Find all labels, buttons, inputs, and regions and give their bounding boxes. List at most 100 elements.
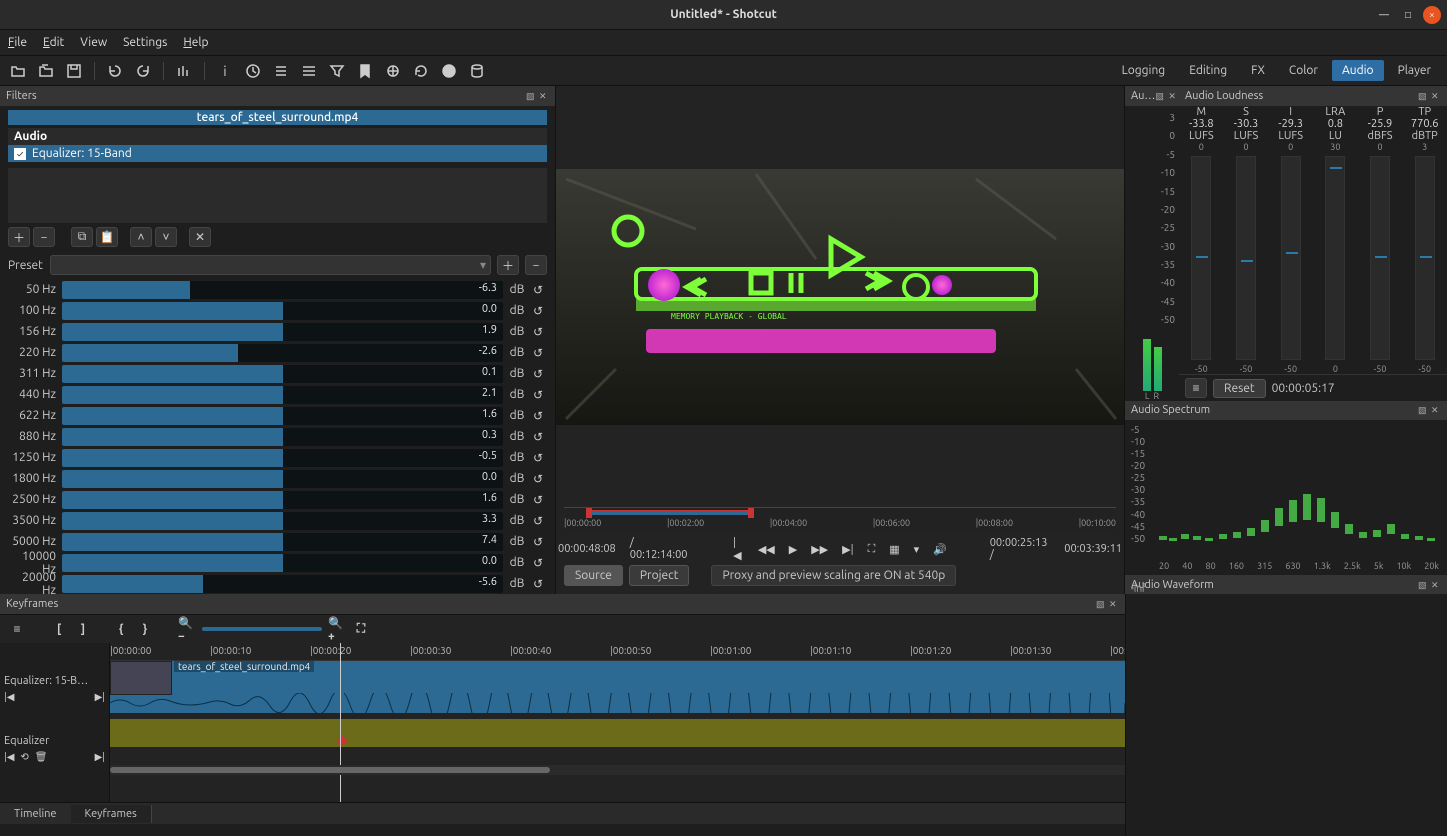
- kf-clip-track[interactable]: tears_of_steel_surround.mp4: [110, 661, 1125, 713]
- eq-band-reset-icon[interactable]: ↺: [529, 302, 547, 320]
- playlist-icon[interactable]: [269, 59, 293, 83]
- menu-edit[interactable]: Edit: [43, 36, 64, 49]
- keyframes-icon[interactable]: [381, 59, 405, 83]
- filter-item-eq[interactable]: ✓ Equalizer: 15-Band: [8, 145, 547, 162]
- filter-up-button[interactable]: ˄: [130, 227, 152, 247]
- eq-band-slider[interactable]: 0.1: [62, 365, 503, 383]
- skip-prev-icon[interactable]: |◀: [731, 537, 746, 562]
- eq-band-reset-icon[interactable]: ↺: [529, 554, 547, 572]
- eq-band-slider[interactable]: 7.4: [62, 533, 503, 551]
- open-other-icon[interactable]: [34, 59, 58, 83]
- zoom-slider[interactable]: [202, 627, 322, 631]
- eq-band-reset-icon[interactable]: ↺: [529, 470, 547, 488]
- timeline-icon[interactable]: [297, 59, 321, 83]
- copy-filter-button[interactable]: ⧉: [71, 227, 93, 247]
- eq-band-reset-icon[interactable]: ↺: [529, 365, 547, 383]
- rewind-icon[interactable]: ◀◀: [756, 543, 777, 556]
- tab-project[interactable]: Project: [629, 565, 690, 586]
- eq-band-reset-icon[interactable]: ↺: [529, 323, 547, 341]
- preset-delete-button[interactable]: −: [525, 255, 547, 275]
- eq-band-slider[interactable]: 3.3: [62, 512, 503, 530]
- eq-band-slider[interactable]: -5.6: [62, 575, 503, 593]
- kf-scrollbar[interactable]: [110, 765, 1125, 775]
- eq-band-slider[interactable]: 0.0: [62, 554, 503, 572]
- ffwd-icon[interactable]: ▶▶: [809, 543, 830, 556]
- eq-band-reset-icon[interactable]: ↺: [529, 344, 547, 362]
- skip-next-icon[interactable]: ▶|: [840, 543, 855, 556]
- eq-band-reset-icon[interactable]: ↺: [529, 428, 547, 446]
- loudness-reset-button[interactable]: Reset: [1213, 379, 1266, 398]
- mode-editing[interactable]: Editing: [1179, 60, 1237, 81]
- eq-band-slider[interactable]: 2.1: [62, 386, 503, 404]
- history-icon[interactable]: [409, 59, 433, 83]
- eq-band-reset-icon[interactable]: ↺: [529, 449, 547, 467]
- eq-band-reset-icon[interactable]: ↺: [529, 533, 547, 551]
- playhead[interactable]: [340, 643, 341, 802]
- menu-file[interactable]: File: [8, 36, 27, 49]
- filter-down-button[interactable]: ˅: [155, 227, 177, 247]
- in-marker[interactable]: [586, 508, 592, 518]
- peak-meter-icon[interactable]: [172, 59, 196, 83]
- menu-help[interactable]: Help: [183, 36, 208, 49]
- panel-close-icon[interactable]: ✕: [539, 91, 549, 101]
- tab-keyframes[interactable]: Keyframes: [71, 805, 152, 823]
- panel-float-icon[interactable]: ▧: [526, 91, 536, 101]
- paste-filter-button[interactable]: 📋: [96, 227, 118, 247]
- eq-band-reset-icon[interactable]: ↺: [529, 386, 547, 404]
- jobs-icon[interactable]: [465, 59, 489, 83]
- remove-filter-button[interactable]: −: [33, 227, 55, 247]
- zoom-fit-icon[interactable]: ⛶: [352, 620, 370, 638]
- mode-fx[interactable]: FX: [1241, 60, 1275, 81]
- eq-band-reset-icon[interactable]: ↺: [529, 491, 547, 509]
- preset-save-button[interactable]: ＋: [497, 255, 519, 275]
- eq-band-slider[interactable]: -6.3: [62, 281, 503, 299]
- tab-source[interactable]: Source: [564, 565, 623, 586]
- zoom-fit-icon[interactable]: ⛶: [866, 543, 878, 556]
- eq-band-reset-icon[interactable]: ↺: [529, 407, 547, 425]
- kf-brace-l-icon[interactable]: {: [112, 620, 130, 638]
- filters-icon[interactable]: [325, 59, 349, 83]
- mode-logging[interactable]: Logging: [1112, 60, 1176, 81]
- kf-brace-r-icon[interactable]: }: [136, 620, 154, 638]
- kf-set-in-icon[interactable]: [: [50, 620, 68, 638]
- export-icon[interactable]: [437, 59, 461, 83]
- recent-icon[interactable]: [241, 59, 265, 83]
- eq-band-slider[interactable]: 1.6: [62, 491, 503, 509]
- mode-color[interactable]: Color: [1279, 60, 1328, 81]
- eq-band-slider[interactable]: 0.0: [62, 470, 503, 488]
- save-icon[interactable]: [62, 59, 86, 83]
- minimize-button[interactable]: —: [1375, 6, 1393, 24]
- close-button[interactable]: ×: [1423, 6, 1441, 24]
- redo-icon[interactable]: [131, 59, 155, 83]
- eq-band-slider[interactable]: -2.6: [62, 344, 503, 362]
- eq-band-slider[interactable]: 1.6: [62, 407, 503, 425]
- tab-timeline[interactable]: Timeline: [0, 805, 71, 823]
- preset-combo[interactable]: ▾: [50, 255, 491, 275]
- eq-band-reset-icon[interactable]: ↺: [529, 281, 547, 299]
- kf-menu-icon[interactable]: ≡: [8, 620, 26, 638]
- out-marker[interactable]: [748, 508, 754, 518]
- play-icon[interactable]: ▶: [787, 543, 799, 556]
- zoom-in-icon[interactable]: 🔍+: [328, 620, 346, 638]
- eq-band-slider[interactable]: 0.3: [62, 428, 503, 446]
- keyframe-diamond[interactable]: [336, 735, 347, 746]
- eq-band-slider[interactable]: 0.0: [62, 302, 503, 320]
- kf-set-out-icon[interactable]: ]: [74, 620, 92, 638]
- eq-band-slider[interactable]: -0.5: [62, 449, 503, 467]
- add-filter-button[interactable]: ＋: [8, 227, 30, 247]
- kf-param-track[interactable]: [110, 719, 1125, 747]
- open-icon[interactable]: [6, 59, 30, 83]
- markers-icon[interactable]: [353, 59, 377, 83]
- eq-band-reset-icon[interactable]: ↺: [529, 512, 547, 530]
- mini-timeline[interactable]: |00:00:00|00:02:00|00:04:00|00:06:00|00:…: [564, 507, 1116, 533]
- zoom-out-icon[interactable]: 🔍−: [178, 620, 196, 638]
- volume-icon[interactable]: 🔊: [931, 543, 949, 556]
- mode-player[interactable]: Player: [1388, 60, 1441, 81]
- filter-enabled-checkbox[interactable]: ✓: [14, 148, 26, 160]
- menu-view[interactable]: View: [80, 36, 107, 49]
- grid-icon[interactable]: ▦: [887, 543, 901, 556]
- deselect-filter-button[interactable]: ✕: [189, 227, 211, 247]
- maximize-button[interactable]: □: [1399, 6, 1417, 24]
- eq-band-reset-icon[interactable]: ↺: [529, 575, 547, 593]
- loudness-menu-icon[interactable]: ≡: [1185, 378, 1207, 398]
